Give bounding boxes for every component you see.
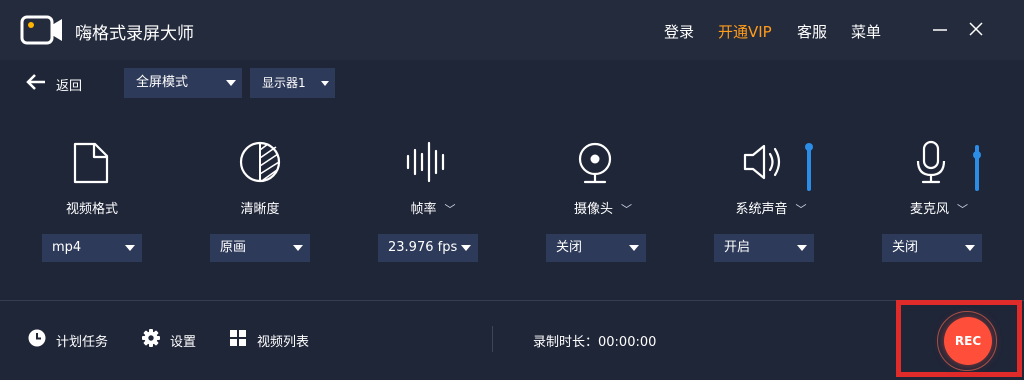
chevron-down-icon[interactable]: ﹀ bbox=[957, 201, 968, 217]
speaker-icon bbox=[743, 144, 781, 180]
clock-icon bbox=[28, 329, 46, 347]
file-icon bbox=[73, 142, 109, 184]
system-sound-value: 开启 bbox=[724, 240, 751, 255]
microphone-select[interactable]: 关闭 bbox=[882, 234, 982, 262]
contrast-icon bbox=[239, 141, 281, 183]
vip-link[interactable]: 开通VIP bbox=[718, 21, 772, 42]
waveform-icon bbox=[406, 141, 445, 183]
setting-webcam: 摄像头 ﹀ 关闭 bbox=[541, 138, 681, 268]
setting-video-format: 视频格式 mp4 bbox=[37, 138, 177, 268]
clarity-select[interactable]: 原画 bbox=[210, 234, 310, 262]
video-format-select[interactable]: mp4 bbox=[42, 234, 142, 262]
chevron-down-icon bbox=[461, 245, 471, 251]
clarity-label: 清晰度 bbox=[240, 202, 280, 217]
chevron-down-icon[interactable]: ﹀ bbox=[621, 201, 632, 217]
rec-button[interactable]: REC bbox=[944, 317, 992, 365]
slider-knob[interactable] bbox=[805, 143, 813, 151]
microphone-value: 关闭 bbox=[892, 240, 919, 255]
video-list-button[interactable]: 视频列表 bbox=[228, 328, 318, 350]
chevron-down-icon bbox=[226, 80, 236, 86]
chevron-down-icon bbox=[125, 245, 135, 251]
menu-link[interactable]: 菜单 bbox=[851, 21, 881, 42]
chevron-down-icon bbox=[321, 81, 329, 86]
video-format-label: 视频格式 bbox=[65, 202, 118, 217]
app-logo-icon bbox=[20, 15, 62, 45]
video-list-label: 视频列表 bbox=[257, 335, 310, 350]
webcam-label[interactable]: 摄像头 ﹀ bbox=[533, 198, 673, 217]
system-volume-slider[interactable] bbox=[805, 143, 813, 191]
settings-button[interactable]: 设置 bbox=[141, 328, 206, 350]
schedule-task-label: 计划任务 bbox=[56, 335, 109, 350]
app-title: 嗨格式录屏大师 bbox=[75, 24, 194, 44]
close-icon[interactable] bbox=[967, 20, 985, 38]
chevron-down-icon bbox=[965, 245, 975, 251]
footer-separator bbox=[492, 326, 493, 352]
setting-system-sound: 系统声音 ﹀ 开启 bbox=[709, 138, 849, 268]
back-arrow-icon[interactable] bbox=[25, 73, 47, 91]
capture-mode-select[interactable]: 全屏模式 bbox=[124, 68, 242, 98]
setting-microphone: 麦克风 ﹀ 关闭 bbox=[877, 138, 1017, 268]
webcam-value: 关闭 bbox=[556, 240, 583, 255]
clarity-value: 原画 bbox=[220, 240, 247, 255]
system-sound-label[interactable]: 系统声音 ﹀ bbox=[701, 198, 841, 217]
title-bar: 嗨格式录屏大师 登录 开通VIP 客服 菜单 bbox=[0, 0, 1024, 60]
back-button[interactable]: 返回 bbox=[56, 75, 82, 94]
microphone-volume-slider[interactable] bbox=[973, 145, 981, 191]
gear-icon bbox=[142, 329, 160, 347]
schedule-task-button[interactable]: 计划任务 bbox=[27, 328, 117, 350]
grid-icon bbox=[230, 330, 246, 346]
webcam-icon bbox=[578, 142, 612, 184]
setting-frame-rate: 帧率 ﹀ 23.976 fps bbox=[373, 138, 513, 268]
chevron-down-icon bbox=[629, 245, 639, 251]
slider-knob[interactable] bbox=[973, 151, 981, 159]
frame-rate-label[interactable]: 帧率 ﹀ bbox=[363, 198, 503, 217]
chevron-down-icon[interactable]: ﹀ bbox=[796, 201, 807, 217]
microphone-icon bbox=[916, 140, 946, 184]
setting-clarity: 清晰度 原画 bbox=[205, 138, 345, 268]
customer-service-link[interactable]: 客服 bbox=[797, 21, 827, 42]
toolbar: 返回 全屏模式 显示器1 bbox=[0, 62, 1024, 102]
record-duration: 录制时长：00:00:00 bbox=[533, 335, 657, 350]
chevron-down-icon bbox=[293, 245, 303, 251]
frame-rate-value: 23.976 fps bbox=[388, 240, 458, 255]
frame-rate-select[interactable]: 23.976 fps bbox=[378, 234, 478, 262]
display-select[interactable]: 显示器1 bbox=[250, 68, 335, 98]
capture-mode-value: 全屏模式 bbox=[136, 75, 189, 90]
video-format-value: mp4 bbox=[52, 240, 82, 255]
settings-label: 设置 bbox=[170, 335, 197, 350]
system-sound-select[interactable]: 开启 bbox=[714, 234, 814, 262]
section-divider bbox=[0, 300, 1024, 301]
chevron-down-icon bbox=[797, 245, 807, 251]
webcam-select[interactable]: 关闭 bbox=[546, 234, 646, 262]
minimize-icon[interactable] bbox=[931, 20, 949, 38]
microphone-label[interactable]: 麦克风 ﹀ bbox=[869, 198, 1009, 217]
display-value: 显示器1 bbox=[262, 76, 306, 90]
chevron-down-icon[interactable]: ﹀ bbox=[445, 201, 456, 217]
login-link[interactable]: 登录 bbox=[664, 21, 694, 42]
